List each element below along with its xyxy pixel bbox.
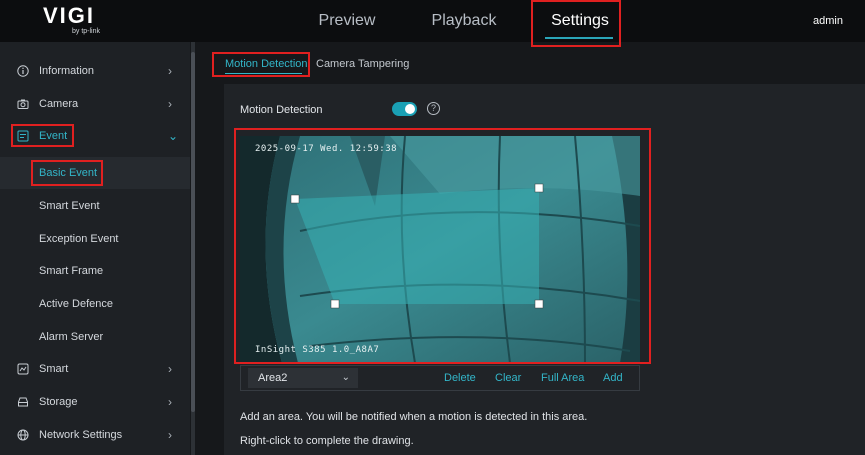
sidebar-subitem-exception-event[interactable]: Exception Event — [0, 223, 190, 255]
chevron-down-icon: ⌄ — [168, 129, 179, 143]
tab-motion-detection[interactable]: Motion Detection — [225, 56, 308, 72]
sidebar-item-label: Information — [39, 65, 95, 77]
area-handle[interactable] — [534, 183, 544, 193]
sidebar-subitem-label: Smart Event — [39, 200, 100, 212]
sidebar-subitem-smart-frame[interactable]: Smart Frame — [0, 255, 190, 287]
logo-subtext: by tp-link — [71, 28, 100, 35]
help-icon[interactable]: ? — [427, 102, 440, 115]
main-content: Motion Detection Camera Tampering Motion… — [197, 42, 865, 455]
area-handle[interactable] — [534, 299, 544, 309]
camera-scene — [240, 136, 640, 363]
sidebar-item-storage[interactable]: Storage › — [0, 386, 190, 418]
sidebar-item-label: Event — [39, 130, 68, 142]
storage-icon — [18, 397, 28, 407]
sidebar-item-event[interactable]: Event ⌄ — [0, 120, 190, 152]
sidebar-subitem-label: Active Defence — [39, 298, 113, 310]
sidebar: Information › Camera › Event ⌄ Basic Eve… — [0, 42, 190, 455]
sidebar-subitem-alarm-server[interactable]: Alarm Server — [0, 321, 190, 353]
sidebar-subitem-label: Alarm Server — [39, 331, 104, 343]
event-icon — [17, 130, 29, 142]
sidebar-item-label: Storage — [39, 396, 78, 408]
sidebar-item-label: Smart — [39, 363, 69, 375]
instruction-right-click: Right-click to complete the drawing. — [240, 435, 414, 447]
chevron-right-icon: › — [168, 395, 172, 409]
area-select[interactable]: Area2 ⌄ — [248, 368, 358, 388]
sidebar-item-smart[interactable]: Smart › — [0, 353, 190, 385]
camera-icon — [17, 99, 29, 109]
sidebar-scrollbar-thumb[interactable] — [191, 52, 195, 412]
vigi-logo: VIGI by tp-link — [34, 5, 104, 37]
full-area-button[interactable]: Full Area — [541, 366, 584, 390]
instruction-add-area: Add an area. You will be notified when a… — [240, 411, 588, 423]
motion-detection-toggle[interactable] — [392, 102, 417, 116]
sidebar-item-label: Network Settings — [39, 429, 123, 441]
motion-tab-underline — [225, 73, 302, 74]
clear-button[interactable]: Clear — [495, 366, 521, 390]
motion-detection-panel: Motion Detection ? 2025-09-17 Wed. 12:59… — [224, 84, 865, 455]
tab-settings[interactable]: Settings — [540, 0, 620, 42]
area-handle[interactable] — [290, 194, 300, 204]
sidebar-scrollbar[interactable] — [191, 42, 195, 455]
tab-preview[interactable]: Preview — [305, 0, 389, 42]
smart-icon — [17, 363, 29, 375]
chevron-right-icon: › — [168, 64, 172, 78]
area-controls: Area2 ⌄ Delete Clear Full Area Add — [240, 365, 640, 391]
sidebar-item-camera[interactable]: Camera › — [0, 88, 190, 120]
sidebar-subitem-label: Basic Event — [39, 167, 98, 179]
sidebar-item-information[interactable]: Information › — [0, 55, 190, 87]
tab-camera-tampering[interactable]: Camera Tampering — [316, 56, 409, 72]
chevron-down-icon: ⌄ — [341, 372, 350, 383]
delete-button[interactable]: Delete — [444, 366, 476, 390]
globe-icon — [17, 429, 29, 441]
toggle-knob — [405, 104, 415, 114]
camera-preview[interactable]: 2025-09-17 Wed. 12:59:38 InSight S385 1.… — [240, 136, 640, 363]
chevron-right-icon: › — [168, 362, 172, 376]
area-select-value: Area2 — [258, 372, 288, 384]
sidebar-subitem-basic-event[interactable]: Basic Event — [0, 157, 190, 189]
sidebar-item-label: Camera — [39, 98, 79, 110]
sidebar-subitem-label: Smart Frame — [39, 265, 104, 277]
motion-detection-label: Motion Detection — [240, 104, 323, 116]
tab-playback[interactable]: Playback — [420, 0, 508, 42]
sidebar-item-network-settings[interactable]: Network Settings › — [0, 419, 190, 451]
user-menu[interactable]: admin — [813, 0, 843, 42]
sidebar-subitem-label: Exception Event — [39, 233, 119, 245]
settings-tab-underline — [545, 37, 613, 39]
info-icon — [17, 65, 29, 77]
chevron-right-icon: › — [168, 428, 172, 442]
top-bar: VIGI by tp-link Preview Playback Setting… — [0, 0, 865, 42]
area-handle[interactable] — [330, 299, 340, 309]
sidebar-subitem-active-defence[interactable]: Active Defence — [0, 288, 190, 320]
logo-text: VIGI — [42, 3, 95, 28]
sidebar-subitem-smart-event[interactable]: Smart Event — [0, 190, 190, 222]
video-timestamp: 2025-09-17 Wed. 12:59:38 — [255, 144, 398, 154]
video-camera-name: InSight S385 1.0_A8A7 — [255, 345, 380, 355]
chevron-right-icon: › — [168, 97, 172, 111]
add-button[interactable]: Add — [603, 366, 623, 390]
